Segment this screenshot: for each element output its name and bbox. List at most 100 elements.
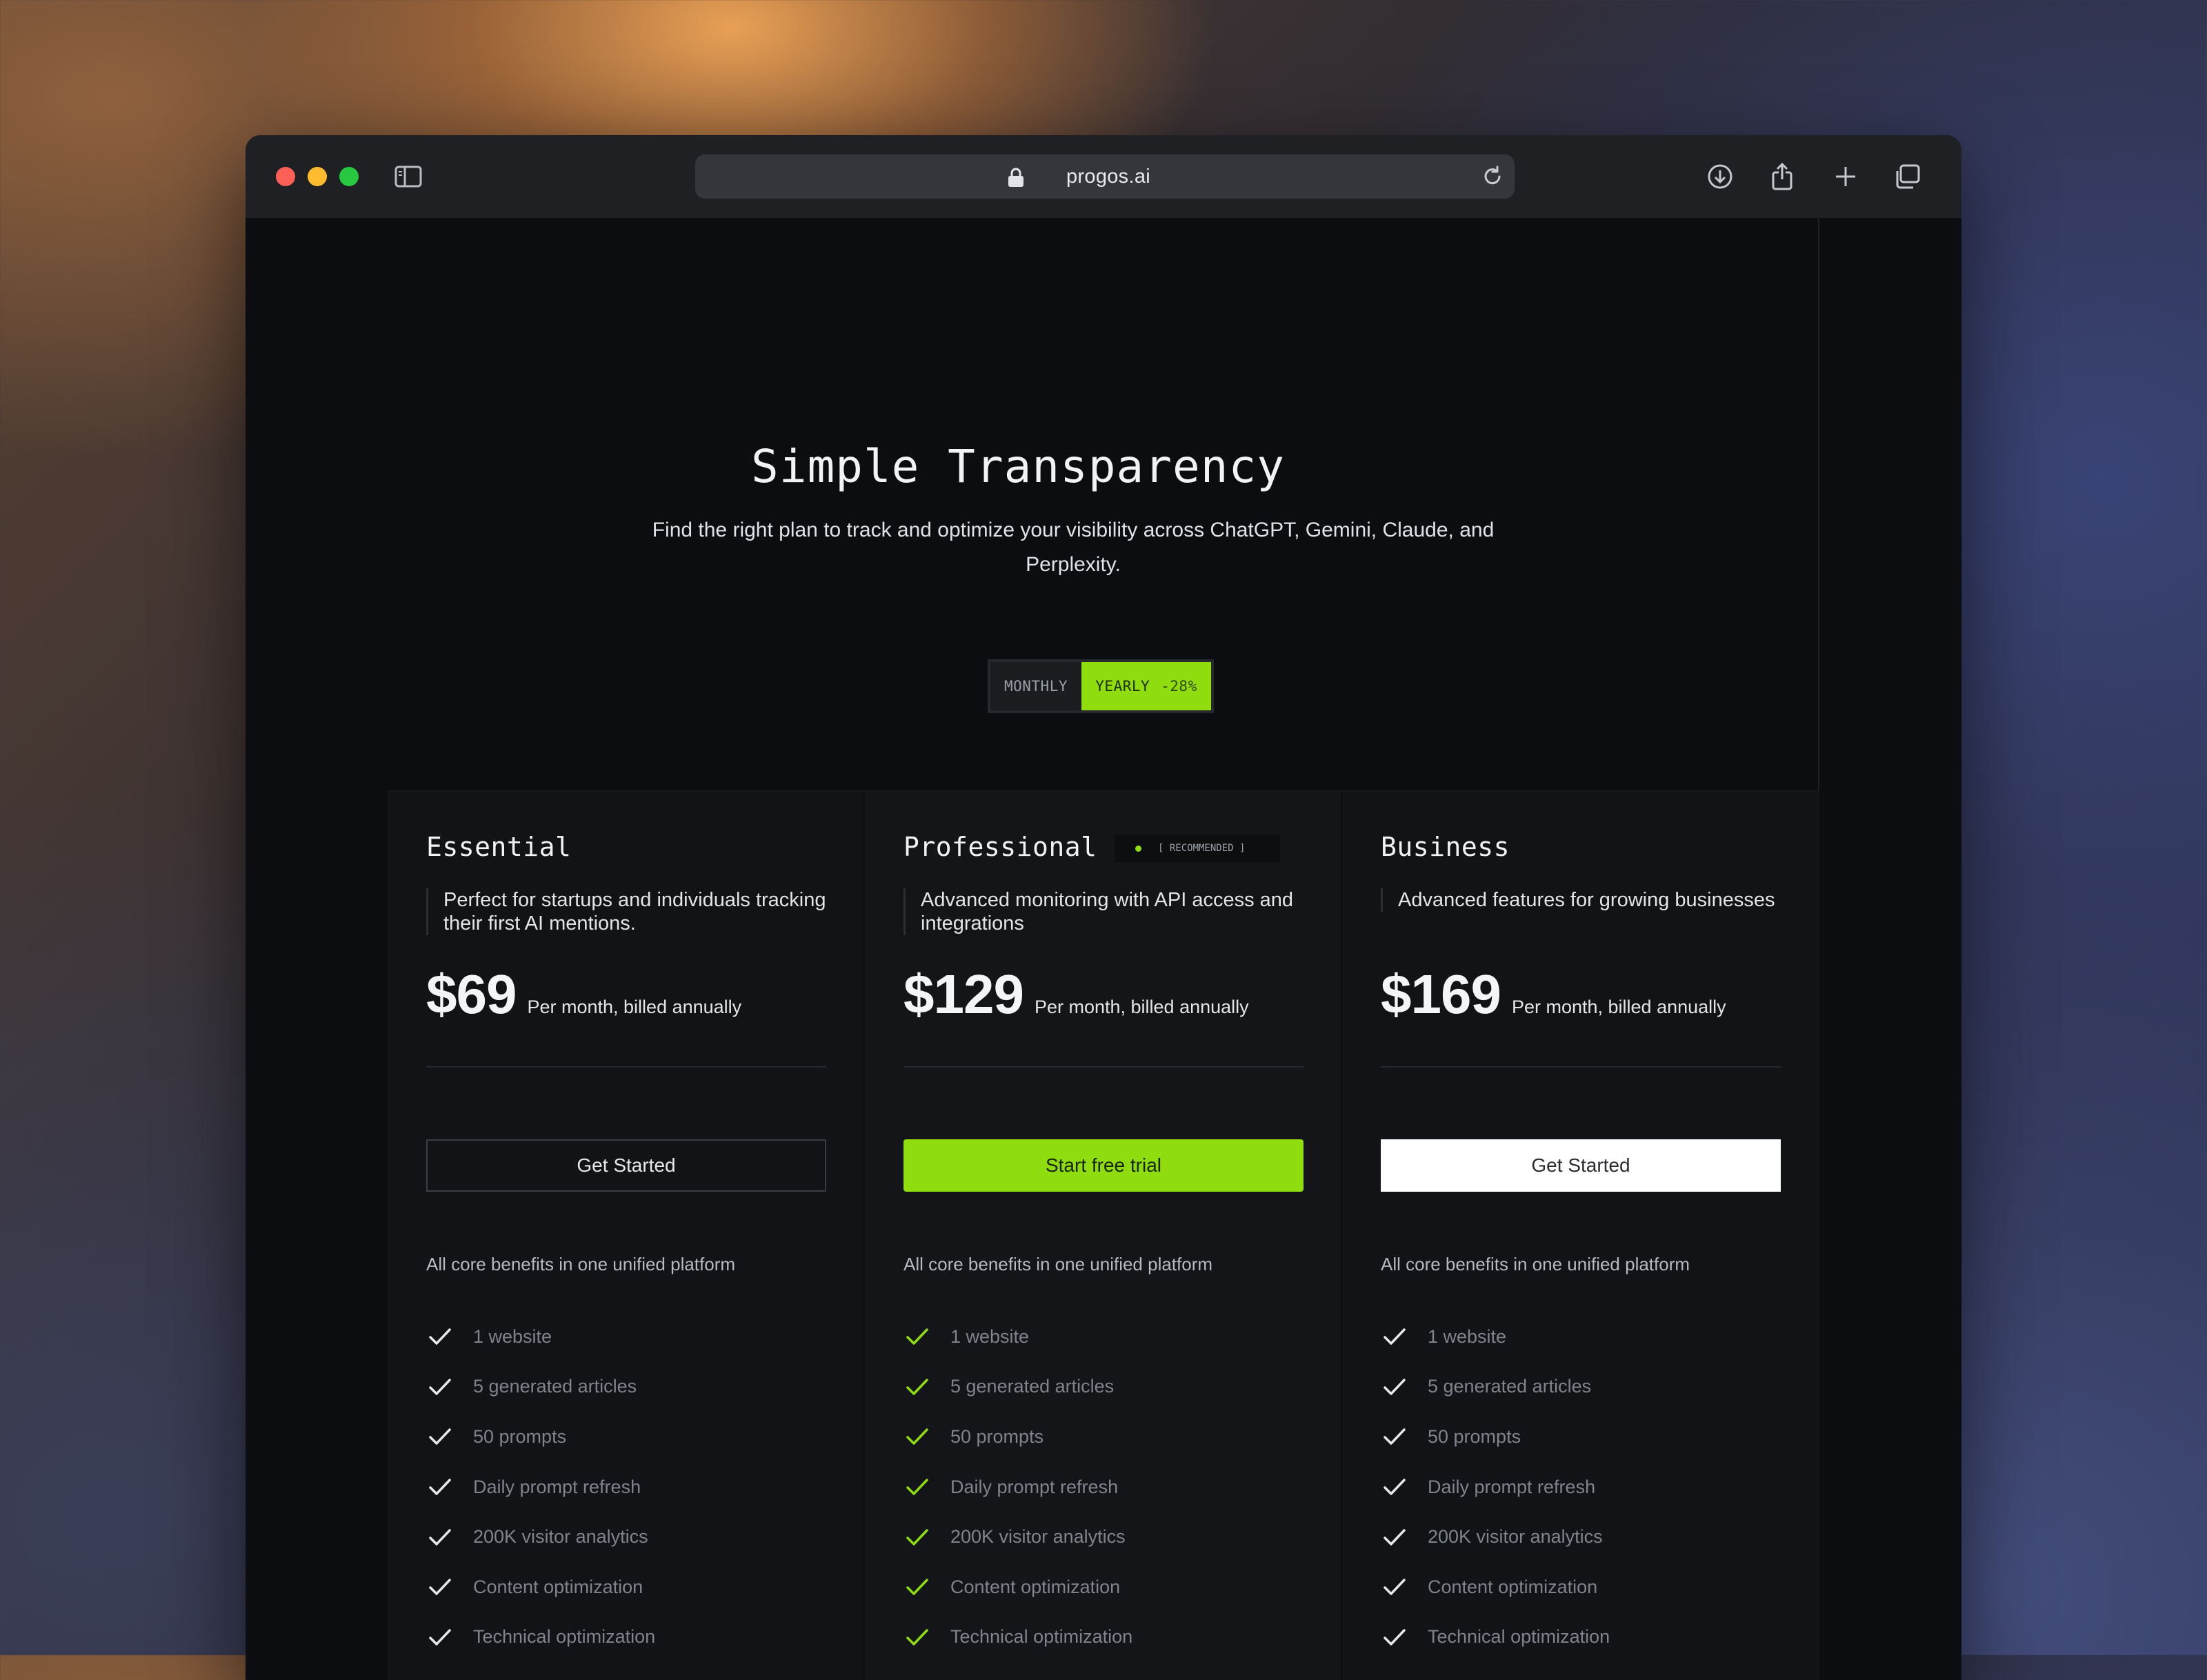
feature-text: 1 website [950,1326,1030,1347]
feature-text: Technical optimization [1428,1626,1610,1648]
check-icon [1384,1629,1406,1646]
browser-window: progos.ai Simple Transparency Find the r… [246,135,1961,1680]
plan-price: $69 [426,963,517,1025]
features-title: All core benefits in one unified platfor… [426,1254,736,1274]
feature-text: 50 prompts [1428,1426,1521,1447]
feature-text: Daily prompt refresh [473,1476,641,1497]
browser-toolbar: progos.ai [246,135,1961,219]
plan-price: $129 [903,963,1024,1025]
feature-text: Technical optimization [950,1626,1133,1648]
feature-item: Technical optimization [426,1612,655,1663]
feature-text: 5 generated articles [950,1376,1115,1397]
feature-item: Technical optimization [1381,1612,1610,1663]
feature-item: Content optimization [1381,1562,1610,1612]
feature-item: 200K visitor analytics [426,1512,655,1562]
share-icon[interactable] [1766,160,1799,193]
check-icon [906,1579,928,1596]
sidebar-icon[interactable] [392,160,425,193]
feature-item: 200K visitor analytics [1381,1512,1610,1562]
check-icon [429,1579,451,1596]
recommended-badge-label: [ RECOMMENDED ] [1158,843,1246,854]
feature-text: Daily prompt refresh [1428,1476,1596,1497]
page-title: Simple Transparency [751,440,1285,493]
plan-card-professional: Professional [ RECOMMENDED ] Advanced mo… [865,792,1342,1680]
feature-text: Content optimization [473,1576,643,1597]
recommended-badge: [ RECOMMENDED ] [1115,834,1280,862]
feature-text: Daily prompt refresh [950,1476,1119,1497]
feature-text: 200K visitor analytics [950,1526,1126,1548]
address-url: progos.ai [1066,165,1150,188]
billing-period-toggle[interactable]: MONTHLY YEARLY -28% [988,659,1214,713]
get-started-button[interactable]: Get Started [1381,1139,1781,1192]
start-free-trial-button[interactable]: Start free trial [903,1139,1304,1192]
feature-item: Content optimization [426,1562,655,1612]
check-icon [906,1428,928,1446]
check-icon [429,1379,451,1395]
check-icon [429,1479,451,1495]
feature-text: 50 prompts [473,1426,567,1447]
check-icon [906,1629,928,1646]
lock-icon [1008,168,1023,187]
price-row: $69 Per month, billed annually [426,963,741,1026]
feature-list: 1 website 5 generated articles 50 prompt… [903,1312,1132,1662]
feature-item: 5 generated articles [903,1362,1132,1412]
price-note: Per month, billed annually [1511,997,1726,1017]
page-content: Simple Transparency Find the right plan … [246,218,1961,1680]
plan-description: Perfect for startups and individuals tra… [426,888,830,935]
check-icon [429,1629,451,1646]
fullscreen-window-button[interactable] [339,167,359,186]
check-icon [429,1328,451,1346]
new-tab-icon[interactable] [1829,160,1862,193]
plan-price: $169 [1381,963,1501,1025]
toggle-yearly[interactable]: YEARLY -28% [1081,662,1211,710]
features-title: All core benefits in one unified platfor… [1381,1254,1690,1274]
check-icon [1384,1579,1406,1596]
feature-item: Daily prompt refresh [903,1462,1132,1512]
close-window-button[interactable] [276,167,295,186]
feature-text: Content optimization [950,1576,1121,1597]
feature-item: 50 prompts [903,1412,1132,1462]
tab-overview-icon[interactable] [1891,160,1924,193]
plan-description: Advanced features for growing businesses [1381,888,1784,912]
check-icon [1384,1528,1406,1546]
feature-text: 5 generated articles [1428,1376,1592,1397]
reload-icon[interactable] [1480,164,1505,189]
feature-item: Daily prompt refresh [426,1462,655,1512]
status-dot-icon [1135,845,1141,852]
feature-list: 1 website 5 generated articles 50 prompt… [1381,1312,1610,1662]
address-bar[interactable]: progos.ai [695,154,1515,199]
features-title: All core benefits in one unified platfor… [903,1254,1213,1274]
check-icon [906,1528,928,1546]
feature-text: 5 generated articles [473,1376,637,1397]
divider [903,1066,1304,1068]
check-icon [1384,1479,1406,1495]
yearly-discount-label: -28% [1161,678,1197,694]
check-icon [906,1379,928,1395]
minimize-window-button[interactable] [308,167,327,186]
divider [1381,1066,1781,1068]
feature-item: 5 generated articles [1381,1362,1610,1412]
plan-name: Essential [426,832,572,862]
toggle-monthly[interactable]: MONTHLY [990,662,1081,710]
toggle-yearly-label: YEARLY [1095,678,1150,694]
check-icon [1384,1428,1406,1446]
feature-item: Content optimization [903,1562,1132,1612]
check-icon [1384,1328,1406,1346]
page-subtitle: Find the right plan to track and optimiz… [652,519,1495,576]
downloads-icon[interactable] [1704,160,1737,193]
feature-item: 50 prompts [1381,1412,1610,1462]
feature-text: 200K visitor analytics [473,1526,648,1548]
feature-text: 50 prompts [950,1426,1044,1447]
feature-text: 1 website [1428,1326,1507,1347]
pricing-plans: Essential Perfect for startups and indiv… [388,790,1819,1680]
feature-text: Technical optimization [473,1626,656,1648]
feature-text: 1 website [473,1326,552,1347]
feature-list: 1 website 5 generated articles 50 prompt… [426,1312,655,1662]
price-note: Per month, billed annually [1034,997,1249,1017]
get-started-button[interactable]: Get Started [426,1139,826,1192]
check-icon [906,1328,928,1346]
feature-item: 50 prompts [426,1412,655,1462]
feature-text: 200K visitor analytics [1428,1526,1603,1548]
feature-item: 1 website [426,1312,655,1362]
check-icon [1384,1379,1406,1395]
